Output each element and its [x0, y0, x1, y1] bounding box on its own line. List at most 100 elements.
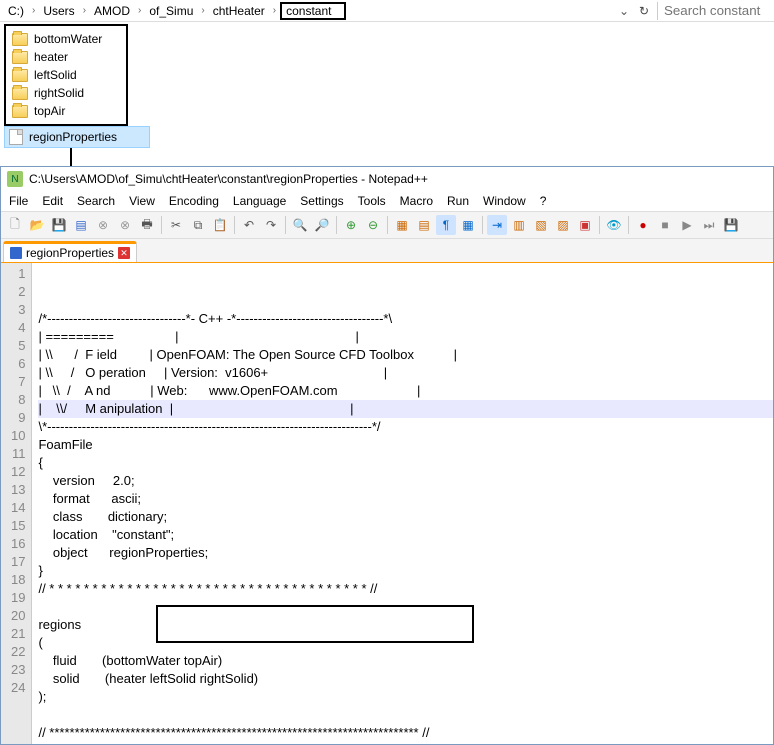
paste-icon[interactable]: 📋: [210, 215, 230, 235]
code-area[interactable]: /*--------------------------------*- C++…: [32, 263, 773, 744]
save-macro-icon[interactable]: 💾: [721, 215, 741, 235]
refresh-icon[interactable]: ↻: [633, 2, 655, 20]
annotation-connector: [70, 148, 72, 166]
annotation-highlight-box: [156, 605, 474, 643]
separator: [628, 216, 629, 234]
code-line[interactable]: format ascii;: [38, 490, 773, 508]
new-file-icon[interactable]: 🗋: [5, 215, 25, 235]
folder-item[interactable]: topAir: [10, 102, 122, 120]
menu-window[interactable]: Window: [483, 194, 526, 208]
folder-item[interactable]: rightSolid: [10, 84, 122, 102]
breadcrumb-item[interactable]: C:): [4, 2, 28, 20]
copy-icon[interactable]: ⧉: [188, 215, 208, 235]
separator: [482, 216, 483, 234]
separator: [234, 216, 235, 234]
code-line[interactable]: );: [38, 688, 773, 706]
file-label: regionProperties: [29, 130, 117, 144]
chevron-down-icon[interactable]: ⌄: [617, 2, 631, 20]
close-icon[interactable]: ⊗: [93, 215, 113, 235]
menu-file[interactable]: File: [9, 194, 28, 208]
code-line[interactable]: FoamFile: [38, 436, 773, 454]
folder-icon: [12, 105, 28, 118]
find-icon[interactable]: 🔍: [290, 215, 310, 235]
line-number-gutter: 123456789101112131415161718192021222324: [1, 263, 32, 744]
menu-search[interactable]: Search: [77, 194, 115, 208]
show-all-icon[interactable]: ▦: [458, 215, 478, 235]
menu-tools[interactable]: Tools: [358, 194, 386, 208]
divider: [657, 2, 658, 20]
stop-icon[interactable]: ■: [655, 215, 675, 235]
folder-label: leftSolid: [34, 68, 77, 82]
breadcrumb-item[interactable]: Users: [39, 2, 78, 20]
search-input[interactable]: [660, 1, 770, 21]
menu-view[interactable]: View: [129, 194, 155, 208]
code-line[interactable]: | \\ / O peration | Version: v1606+ |: [38, 364, 773, 382]
code-line[interactable]: // *************************************…: [38, 724, 773, 742]
code-line[interactable]: class dictionary;: [38, 508, 773, 526]
save-icon[interactable]: 💾: [49, 215, 69, 235]
tab-regionproperties[interactable]: regionProperties ✕: [3, 241, 137, 262]
breadcrumb-item[interactable]: of_Simu: [145, 2, 197, 20]
save-all-icon[interactable]: ▤: [71, 215, 91, 235]
cut-icon[interactable]: ✂: [166, 215, 186, 235]
folder-label: heater: [34, 50, 68, 64]
indent-guide-icon[interactable]: ⇥: [487, 215, 507, 235]
code-line[interactable]: [38, 706, 773, 724]
code-line[interactable]: | ========= | |: [38, 328, 773, 346]
redo-icon[interactable]: ↷: [261, 215, 281, 235]
code-line[interactable]: /*--------------------------------*- C++…: [38, 310, 773, 328]
code-line[interactable]: \*--------------------------------------…: [38, 418, 773, 436]
menu-macro[interactable]: Macro: [400, 194, 433, 208]
folder-item[interactable]: leftSolid: [10, 66, 122, 84]
open-file-icon[interactable]: 📂: [27, 215, 47, 235]
zoom-out-icon[interactable]: ⊖: [363, 215, 383, 235]
sync-v-icon[interactable]: ▦: [392, 215, 412, 235]
menu-language[interactable]: Language: [233, 194, 286, 208]
undo-icon[interactable]: ↶: [239, 215, 259, 235]
udl-icon[interactable]: ▥: [509, 215, 529, 235]
code-line[interactable]: object regionProperties;: [38, 544, 773, 562]
folder-item[interactable]: heater: [10, 48, 122, 66]
sync-h-icon[interactable]: ▤: [414, 215, 434, 235]
func-list-icon[interactable]: ▨: [553, 215, 573, 235]
monitor-icon[interactable]: 👁: [604, 215, 624, 235]
code-line[interactable]: version 2.0;: [38, 472, 773, 490]
chevron-right-icon: ›: [134, 5, 145, 16]
code-line[interactable]: fluid (bottomWater topAir): [38, 652, 773, 670]
breadcrumb-item[interactable]: AMOD: [90, 2, 134, 20]
separator: [285, 216, 286, 234]
code-line[interactable]: location "constant";: [38, 526, 773, 544]
code-editor[interactable]: 123456789101112131415161718192021222324 …: [1, 263, 773, 744]
zoom-in-icon[interactable]: ⊕: [341, 215, 361, 235]
code-line[interactable]: | \\ / A nd | Web: www.OpenFOAM.com |: [38, 382, 773, 400]
play-multi-icon[interactable]: ⏭: [699, 215, 719, 235]
file-item-selected[interactable]: regionProperties: [4, 126, 150, 148]
chevron-right-icon: ›: [28, 5, 39, 16]
menu-help[interactable]: ?: [540, 194, 547, 208]
menu-encoding[interactable]: Encoding: [169, 194, 219, 208]
code-line[interactable]: solid (heater leftSolid rightSolid): [38, 670, 773, 688]
menu-settings[interactable]: Settings: [300, 194, 343, 208]
menu-run[interactable]: Run: [447, 194, 469, 208]
folder-as-ws-icon[interactable]: ▣: [575, 215, 595, 235]
menu-edit[interactable]: Edit: [42, 194, 63, 208]
tab-close-icon[interactable]: ✕: [118, 247, 130, 259]
code-line[interactable]: | \\ / F ield | OpenFOAM: The Open Sourc…: [38, 346, 773, 364]
breadcrumb-item-current[interactable]: constant: [280, 2, 345, 20]
wrap-icon[interactable]: ¶: [436, 215, 456, 235]
doc-map-icon[interactable]: ▧: [531, 215, 551, 235]
code-line[interactable]: {: [38, 454, 773, 472]
folder-item[interactable]: bottomWater: [10, 30, 122, 48]
play-icon[interactable]: ▶: [677, 215, 697, 235]
code-line[interactable]: // * * * * * * * * * * * * * * * * * * *…: [38, 580, 773, 598]
print-icon[interactable]: 🖶: [137, 215, 157, 235]
code-line[interactable]: }: [38, 562, 773, 580]
breadcrumb-item[interactable]: chtHeater: [209, 2, 269, 20]
folder-icon: [12, 33, 28, 46]
code-line[interactable]: | \\/ M anipulation | |: [38, 400, 773, 418]
chevron-right-icon: ›: [269, 5, 280, 16]
replace-icon[interactable]: 🔎: [312, 215, 332, 235]
record-icon[interactable]: ●: [633, 215, 653, 235]
tab-save-state-icon: [10, 247, 22, 259]
close-all-icon[interactable]: ⊗: [115, 215, 135, 235]
